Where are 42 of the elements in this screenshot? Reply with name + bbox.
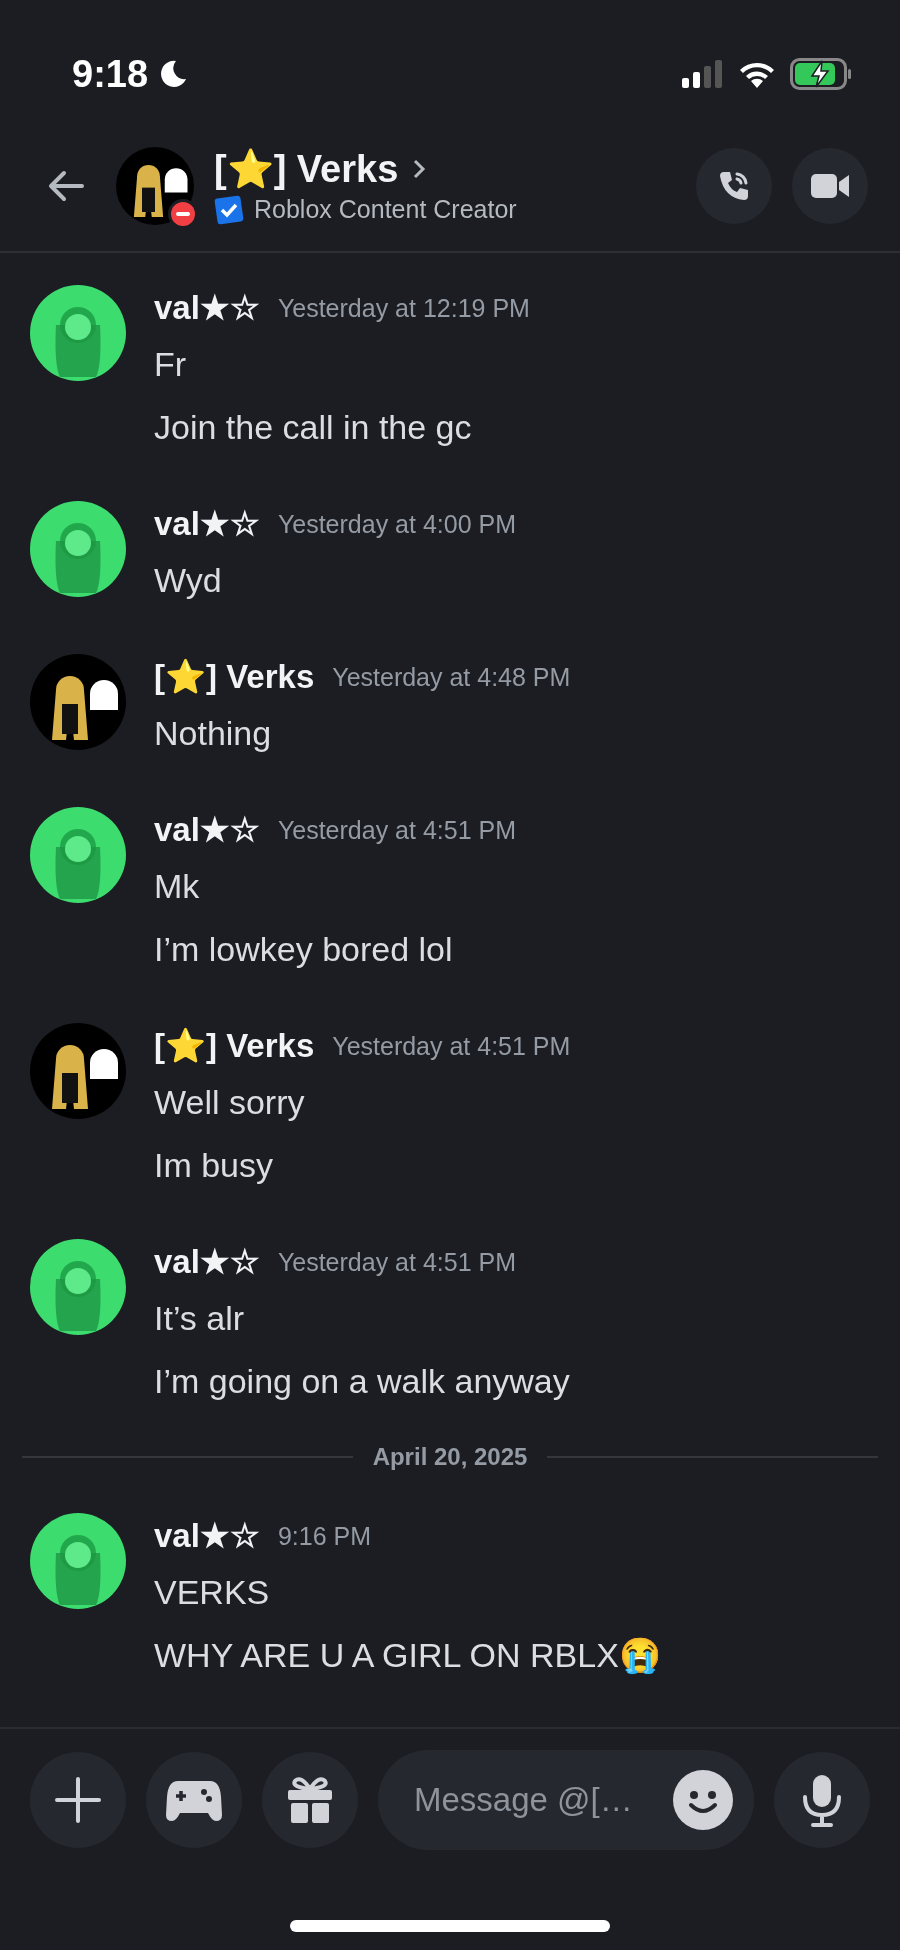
date-divider-label: April 20, 2025 (372, 1443, 528, 1471)
message-text: VERKS (154, 1572, 271, 1613)
smiley-icon (672, 1768, 734, 1831)
timestamp: Yesterday at 4:51 PM (277, 815, 516, 846)
microphone-icon (800, 1772, 844, 1827)
message-text: Nothing (154, 713, 273, 754)
timestamp: Yesterday at 4:51 PM (332, 1031, 571, 1062)
message-text: It’s alr (154, 1298, 246, 1339)
moon-icon (158, 59, 189, 89)
battery-charging-icon (790, 58, 852, 90)
message-text: Well sorry (154, 1082, 306, 1123)
author-name[interactable]: [⭐] Verks (154, 652, 315, 702)
gift-icon (285, 1774, 335, 1825)
author-name[interactable]: [⭐] Verks (154, 1021, 315, 1071)
chevron-right-icon (412, 157, 427, 180)
author-name[interactable]: val★☆ (154, 283, 260, 333)
message-input[interactable]: Message @[… (412, 1779, 656, 1820)
do-not-disturb-icon (171, 201, 195, 226)
timestamp: Yesterday at 4:51 PM (277, 1247, 516, 1278)
plus-icon (53, 1774, 103, 1825)
message-text: Im busy (154, 1145, 275, 1186)
message-text: Join the call in the gc (154, 407, 473, 448)
author-name[interactable]: val★☆ (154, 805, 260, 855)
timestamp: 9:16 PM (277, 1521, 371, 1552)
message-text: Wyd (154, 560, 223, 601)
author-name[interactable]: val★☆ (154, 1237, 260, 1287)
wifi-icon (738, 60, 776, 88)
timestamp: Yesterday at 4:00 PM (277, 509, 516, 540)
message-text: I’m going on a walk anyway (154, 1361, 570, 1402)
message-text: I’m lowkey bored lol (154, 929, 454, 970)
author-name[interactable]: val★☆ (154, 1511, 260, 1561)
author-name[interactable]: val★☆ (154, 499, 260, 549)
status-time: 9:18 (72, 52, 149, 96)
conversation-title[interactable]: [⭐] Verks (214, 146, 399, 191)
user-subtitle: Roblox Content Creator (254, 195, 517, 224)
signal-icon (682, 60, 724, 88)
message-field[interactable]: Message @[… (378, 1749, 754, 1850)
message-text: Fr (154, 344, 188, 385)
timestamp: Yesterday at 12:19 PM (277, 293, 530, 324)
message-text: WHY ARE U A GIRL ON RBLX😭 (154, 1635, 661, 1676)
message-text: Mk (154, 866, 201, 907)
timestamp: Yesterday at 4:48 PM (332, 662, 571, 693)
